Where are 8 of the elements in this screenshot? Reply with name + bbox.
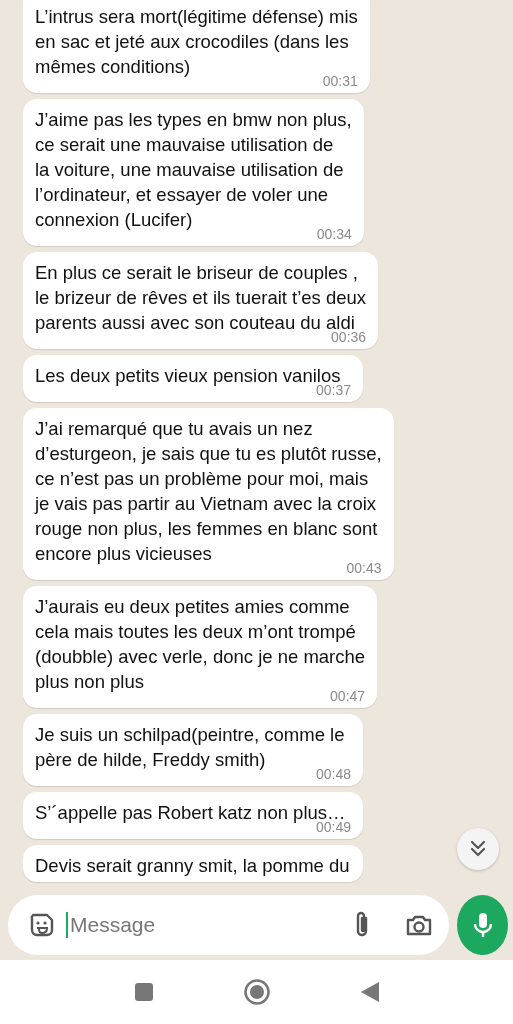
scroll-down-button[interactable]: [457, 828, 499, 870]
message-text: Devis serait granny smit, la pomme du: [35, 854, 351, 878]
recents-icon[interactable]: [132, 981, 155, 1003]
double-chevron-down-icon: [468, 839, 488, 859]
home-icon[interactable]: [242, 978, 271, 1006]
message-field[interactable]: Message: [70, 913, 341, 937]
text-cursor: [66, 912, 68, 938]
sticker-icon[interactable]: [28, 911, 56, 939]
